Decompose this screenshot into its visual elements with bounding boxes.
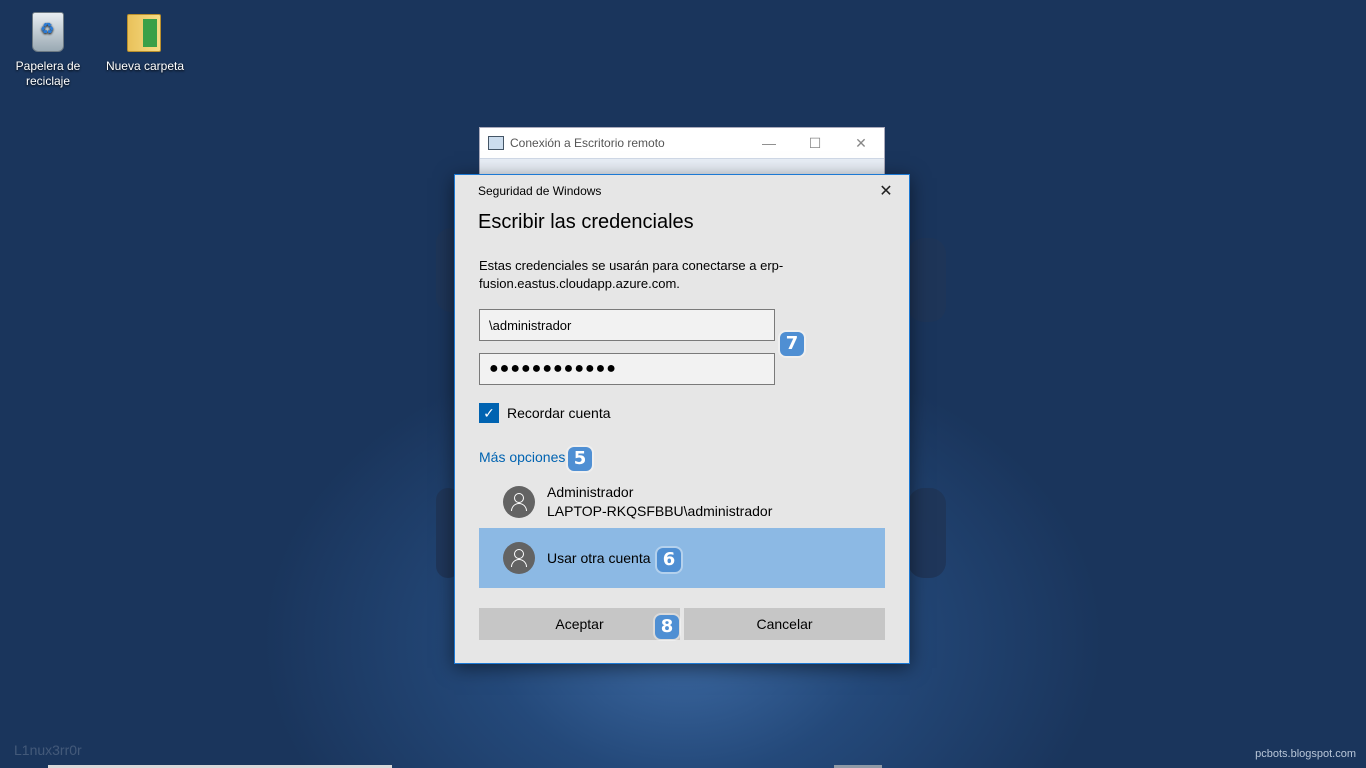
remember-account-checkbox[interactable]: ✓ <box>479 403 499 423</box>
user-avatar-icon <box>503 486 535 518</box>
remember-account-row[interactable]: ✓ Recordar cuenta <box>479 403 611 423</box>
cancel-button[interactable]: Cancelar <box>684 608 885 640</box>
password-input[interactable] <box>479 353 775 385</box>
remember-account-label: Recordar cuenta <box>507 405 611 421</box>
account-option-administrator[interactable]: Administrador LAPTOP-RKQSFBBU\administra… <box>479 479 885 525</box>
annotation-badge-8: 8 <box>655 615 679 639</box>
background-decoration <box>908 488 946 578</box>
dialog-window-title: Seguridad de Windows <box>478 184 602 198</box>
remote-desktop-icon <box>488 136 504 150</box>
close-button[interactable]: ✕ <box>838 135 884 152</box>
user-avatar-icon <box>503 542 535 574</box>
background-decoration <box>908 238 946 322</box>
account-name: Usar otra cuenta <box>547 549 651 566</box>
desktop-icon-label: Nueva carpeta <box>105 59 185 73</box>
username-input[interactable] <box>479 309 775 341</box>
desktop-icon-label: Papelera de reciclaje <box>15 59 81 88</box>
remote-desktop-titlebar: Conexión a Escritorio remoto — ☐ ✕ <box>480 128 884 158</box>
minimize-button[interactable]: — <box>746 135 792 152</box>
desktop-icon-new-folder[interactable]: Nueva carpeta <box>103 8 187 74</box>
account-option-other[interactable]: Usar otra cuenta <box>479 528 885 588</box>
dialog-titlebar: Seguridad de Windows ✕ <box>455 175 909 207</box>
credentials-dialog: Seguridad de Windows ✕ Escribir las cred… <box>454 174 910 664</box>
watermark-right: pcbots.blogspot.com <box>1255 748 1356 760</box>
account-name: Administrador <box>547 484 634 500</box>
folder-icon <box>121 8 169 56</box>
recycle-bin-icon <box>24 8 72 56</box>
desktop-icon-recycle-bin[interactable]: Papelera de reciclaje <box>6 8 90 89</box>
more-options-link[interactable]: Más opciones <box>479 449 565 465</box>
remote-desktop-title: Conexión a Escritorio remoto <box>510 136 665 150</box>
watermark-left: L1nux3rr0r <box>14 742 82 758</box>
annotation-badge-7: 7 <box>780 332 804 356</box>
dialog-description: Estas credenciales se usarán para conect… <box>479 258 784 291</box>
account-detail: LAPTOP-RKQSFBBU\administrador <box>547 503 773 519</box>
accept-button[interactable]: Aceptar <box>479 608 680 640</box>
maximize-button[interactable]: ☐ <box>792 135 838 152</box>
annotation-badge-6: 6 <box>657 548 681 572</box>
dialog-heading: Escribir las credenciales <box>478 211 694 233</box>
annotation-badge-5: 5 <box>568 447 592 471</box>
dialog-close-button[interactable]: ✕ <box>863 181 909 201</box>
